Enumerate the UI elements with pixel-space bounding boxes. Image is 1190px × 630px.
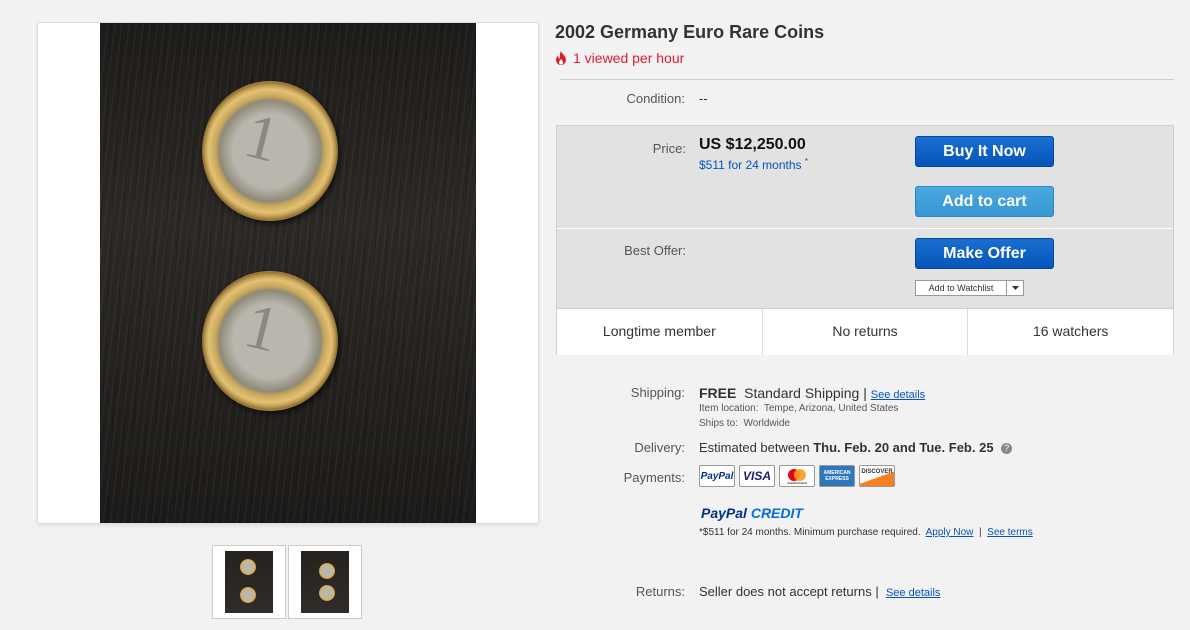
thumbnail-strip [212,545,362,619]
hotness-text: 1 viewed per hour [573,50,685,66]
thumbnail-1[interactable] [212,545,286,619]
shipping-label: Shipping: [630,385,685,400]
returns-details-link[interactable]: See details [886,587,940,599]
thumbnail-image [301,551,349,613]
main-product-image[interactable] [37,22,539,524]
seller-stats: Longtime member No returns 16 watchers [557,308,1173,355]
ships-to: Ships to: Worldwide [699,418,790,429]
euro-coin-bottom [202,271,338,411]
thumbnail-image [225,551,273,613]
amex-icon: AMERICAN EXPRESS [819,465,855,487]
thumbnail-2[interactable] [288,545,362,619]
paypal-credit-logo: PayPal CREDIT [701,505,803,521]
credit-terms: *$511 for 24 months. Minimum purchase re… [699,527,1033,538]
coins-photo [100,23,476,523]
fire-icon [556,51,566,65]
mastercard-logo: mastercard [787,469,807,485]
title-divider [560,79,1174,80]
best-offer-label: Best Offer: [624,243,686,258]
caret-down-icon [1011,286,1019,290]
hotness-indicator: 1 viewed per hour [555,50,684,66]
visa-icon: VISA [739,465,775,487]
apply-now-link[interactable]: Apply Now [926,527,974,538]
condition-value: -- [699,91,708,106]
make-offer-button[interactable]: Make Offer [915,238,1054,269]
stat-watchers: 16 watchers [1032,323,1109,339]
stat-returns: No returns [763,309,969,355]
buy-it-now-button[interactable]: Buy It Now [915,136,1054,167]
payment-icons: PayPal VISA mastercard AMERICAN EXPRESS … [699,465,895,487]
price-amount: US $12,250.00 [699,136,806,153]
add-to-cart-button[interactable]: Add to cart [915,186,1054,217]
watchlist-control[interactable]: Add to Watchlist [915,280,1024,296]
paypal-icon: PayPal [699,465,735,487]
shipping-method: Standard Shipping [744,385,860,401]
condition-label: Condition: [626,91,685,106]
svg-text:mastercard: mastercard [787,481,806,485]
delivery-label: Delivery: [634,440,685,455]
mastercard-icon: mastercard [779,465,815,487]
delivery-dates: Thu. Feb. 20 and Tue. Feb. 25 [813,440,994,455]
payments-label: Payments: [623,470,685,485]
finance-marker: * [804,157,808,166]
shipping-separator: | [863,385,867,401]
returns-label: Returns: [635,584,685,599]
discover-icon: DISCOVER [859,465,895,487]
returns-value: Seller does not accept returns | See det… [699,584,941,599]
help-icon[interactable]: ? [1001,443,1013,455]
shipping-value: FREE Standard Shipping | See details [699,385,925,401]
purchase-box: Price: US $12,250.00 $511 for 24 months … [556,125,1174,355]
item-location: Item location: Tempe, Arizona, United St… [699,403,899,414]
add-to-watchlist-button[interactable]: Add to Watchlist [916,281,1006,295]
see-terms-link[interactable]: See terms [987,527,1033,538]
stat-longtime-member: Longtime member [557,309,763,355]
shipping-details-link[interactable]: See details [871,389,925,401]
box-divider [557,228,1173,229]
finance-offer[interactable]: $511 for 24 months * [699,157,808,172]
price-label: Price: [652,141,686,156]
listing-title: 2002 Germany Euro Rare Coins [555,22,825,42]
shipping-free: FREE [699,385,737,401]
euro-coin-top [202,81,338,221]
delivery-value: Estimated between Thu. Feb. 20 and Tue. … [699,440,1013,455]
watchlist-dropdown[interactable] [1006,281,1023,295]
